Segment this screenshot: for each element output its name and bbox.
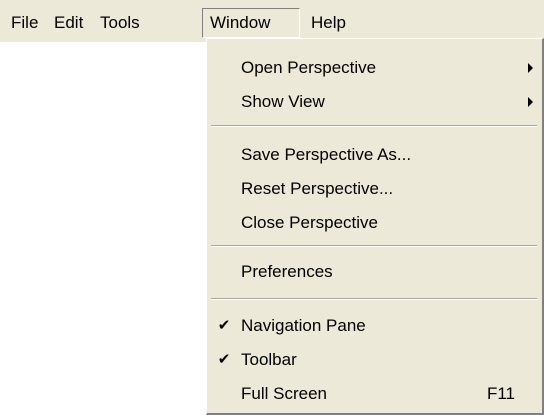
menu-item-navigation-pane[interactable]: ✔ Navigation Pane <box>207 309 537 343</box>
menu-file[interactable]: File <box>4 8 45 38</box>
menu-item-reset-perspective[interactable]: Reset Perspective... <box>207 172 537 206</box>
menu-item-label: Preferences <box>241 262 333 281</box>
menu-item-label: Open Perspective <box>241 58 377 77</box>
menu-item-show-view[interactable]: Show View <box>207 85 537 119</box>
menu-window[interactable]: Window <box>202 8 300 38</box>
menu-item-label: Reset Perspective... <box>241 179 394 198</box>
checkmark-icon: ✔ <box>217 351 231 368</box>
menu-item-preferences[interactable]: Preferences <box>207 255 537 289</box>
window-menu-dropdown: Open Perspective Show View Save Perspect… <box>206 38 544 415</box>
menu-item-label: Navigation Pane <box>241 316 366 335</box>
submenu-arrow-icon <box>528 63 533 73</box>
submenu-arrow-icon <box>528 97 533 107</box>
menu-edit[interactable]: Edit <box>47 8 90 38</box>
menu-separator <box>211 298 537 300</box>
menu-item-label: Close Perspective <box>241 213 379 232</box>
menu-item-save-perspective-as[interactable]: Save Perspective As... <box>207 138 537 172</box>
menu-tools[interactable]: Tools <box>93 8 147 38</box>
menu-item-label: Toolbar <box>241 350 297 369</box>
menu-item-label: Show View <box>241 92 325 111</box>
menu-item-full-screen[interactable]: Full Screen F11 <box>207 377 537 411</box>
menu-item-label: Save Perspective As... <box>241 145 412 164</box>
menu-item-open-perspective[interactable]: Open Perspective <box>207 51 537 85</box>
menu-help[interactable]: Help <box>304 8 353 38</box>
menu-separator <box>211 125 537 127</box>
menu-bar: File Edit Tools Window Help <box>0 0 544 42</box>
checkmark-icon: ✔ <box>217 317 231 334</box>
menu-separator <box>211 245 537 247</box>
menu-item-toolbar[interactable]: ✔ Toolbar <box>207 343 537 377</box>
menu-item-close-perspective[interactable]: Close Perspective <box>207 206 537 240</box>
menu-item-label: Full Screen <box>241 384 327 403</box>
menu-item-shortcut: F11 <box>486 384 515 403</box>
